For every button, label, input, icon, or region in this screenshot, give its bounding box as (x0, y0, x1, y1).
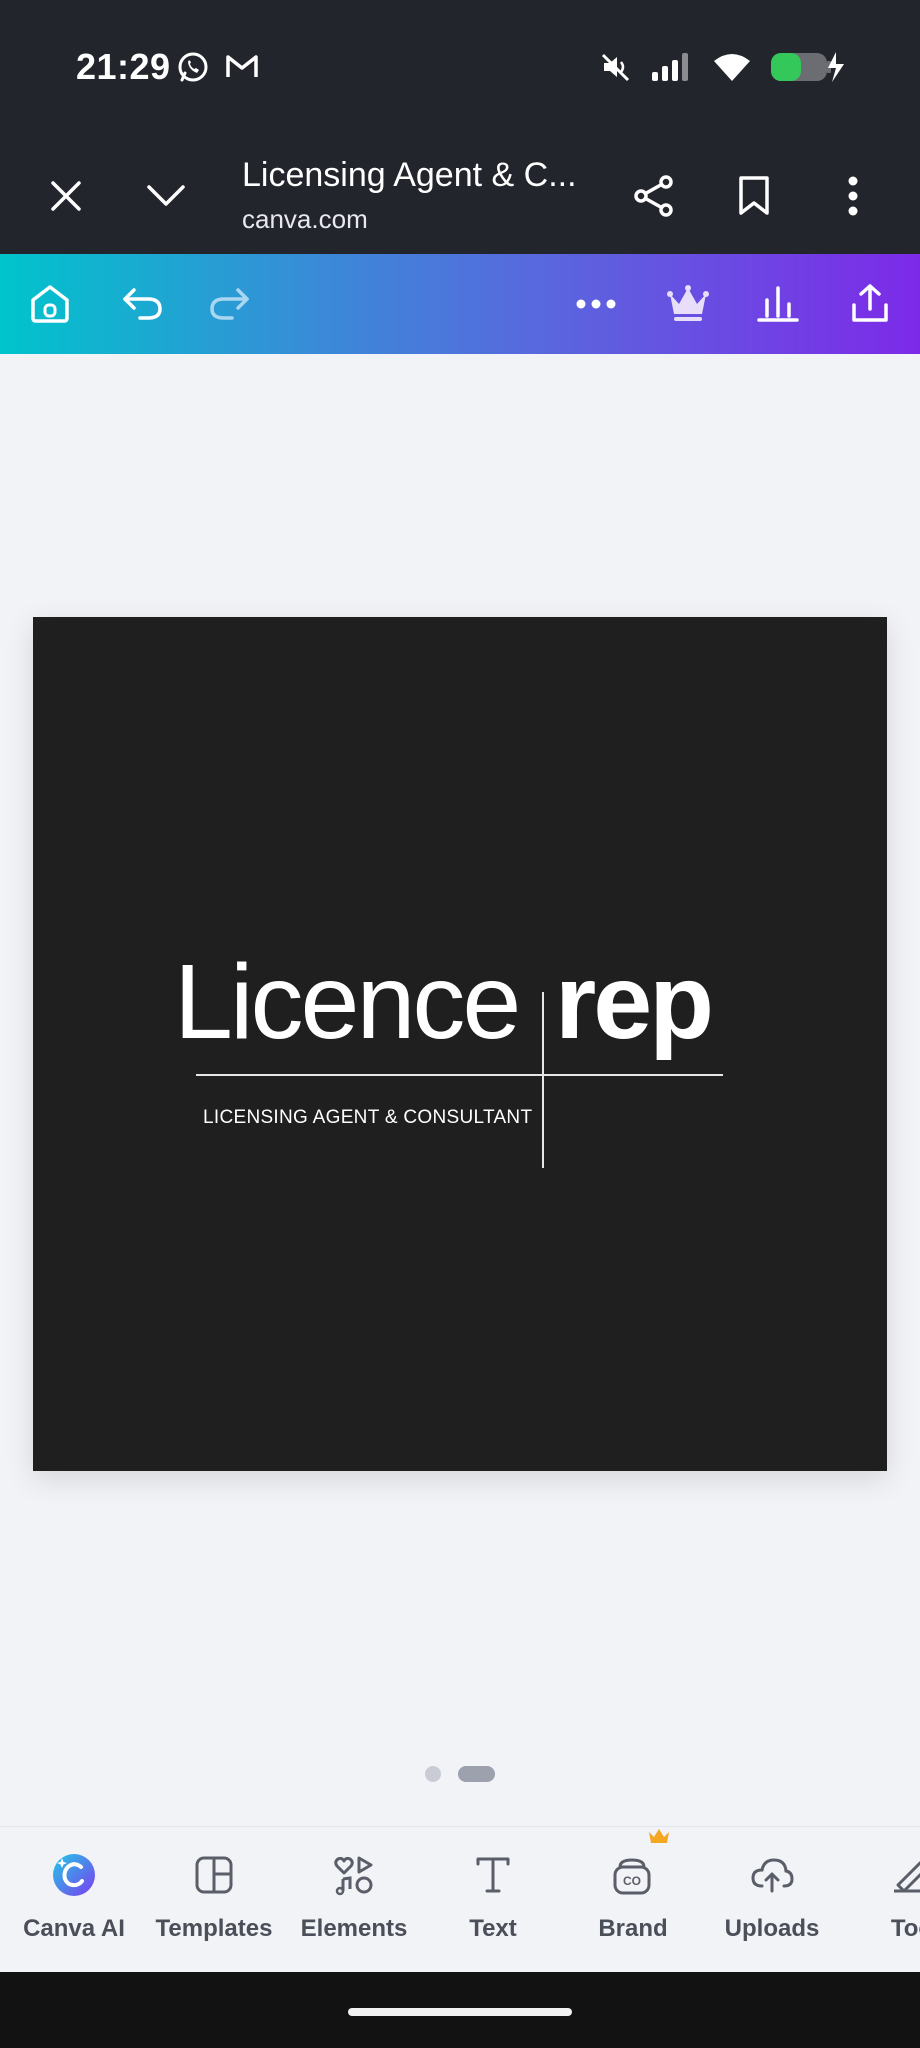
crown-icon[interactable] (660, 276, 716, 332)
bottom-nav: Canva AI Templates Elements Text CO Bran… (0, 1826, 920, 1972)
home-indicator[interactable] (348, 2008, 572, 2016)
nav-label-brand: Brand (598, 1915, 668, 1942)
nav-label-uploads: Uploads (724, 1915, 820, 1942)
status-right-icons (600, 50, 846, 89)
brand-icon: CO (603, 1829, 669, 1905)
more-vertical-icon[interactable] (825, 168, 881, 224)
nav-uploads[interactable]: Uploads (702, 1845, 842, 1965)
templates-icon (184, 1845, 244, 1905)
editor-toolbar (0, 254, 920, 354)
page-indicator (0, 1766, 920, 1784)
more-horizontal-icon[interactable] (568, 276, 624, 332)
canva-ai-icon (44, 1845, 104, 1905)
page-dot-1[interactable] (425, 1766, 441, 1782)
status-bar: 21:29 (0, 0, 920, 130)
system-nav-bar (0, 1972, 920, 2048)
nav-text[interactable]: Text (423, 1845, 563, 1965)
battery-charging-icon (770, 50, 846, 89)
premium-crown-icon (649, 1829, 669, 1843)
nav-label-canva-ai: Canva AI (23, 1915, 125, 1942)
home-icon[interactable] (22, 276, 78, 332)
nav-templates[interactable]: Templates (144, 1845, 284, 1965)
status-time: 21:29 (76, 46, 171, 87)
gmail-icon (224, 50, 260, 89)
logo-subtitle[interactable]: LICENSING AGENT & CONSULTANT (203, 1107, 532, 1129)
page-url: canva.com (242, 204, 368, 234)
tools-icon (882, 1845, 920, 1905)
undo-icon[interactable] (114, 276, 170, 332)
text-icon (463, 1845, 523, 1905)
design-page[interactable]: Licence rep LICENSING AGENT & CONSULTANT (33, 617, 887, 1471)
nav-label-tools: Too (890, 1915, 920, 1942)
wifi-icon (712, 51, 752, 88)
redo-icon[interactable] (202, 276, 258, 332)
chevron-down-icon[interactable] (138, 168, 194, 224)
nav-label-text: Text (469, 1915, 517, 1942)
insights-icon[interactable] (750, 276, 806, 332)
uploads-icon (742, 1845, 802, 1905)
browser-bar: Licensing Agent & C... canva.com (0, 130, 920, 254)
whatsapp-icon (176, 50, 210, 89)
logo-word-rep[interactable]: rep (555, 949, 714, 1055)
nav-label-templates: Templates (155, 1915, 273, 1942)
elements-icon (324, 1845, 384, 1905)
signal-icon (650, 52, 694, 87)
close-icon[interactable] (38, 168, 94, 224)
logo-vertical-line[interactable] (542, 992, 544, 1168)
nav-brand[interactable]: CO Brand (563, 1829, 703, 1965)
status-left-icons (176, 50, 260, 89)
page-title: Licensing Agent & C... (242, 156, 577, 194)
share-upload-icon[interactable] (842, 276, 898, 332)
nav-canva-ai[interactable]: Canva AI (4, 1845, 144, 1965)
svg-text:CO: CO (623, 1874, 641, 1888)
mute-icon (600, 51, 632, 88)
logo-horizontal-line[interactable] (196, 1074, 723, 1076)
nav-label-elements: Elements (300, 1915, 408, 1942)
share-icon[interactable] (626, 168, 682, 224)
logo-word-licence[interactable]: Licence (174, 949, 521, 1055)
nav-elements[interactable]: Elements (284, 1845, 424, 1965)
page-dot-2-active[interactable] (458, 1766, 495, 1782)
nav-tools[interactable]: Too (842, 1845, 920, 1965)
bookmark-icon[interactable] (726, 168, 782, 224)
